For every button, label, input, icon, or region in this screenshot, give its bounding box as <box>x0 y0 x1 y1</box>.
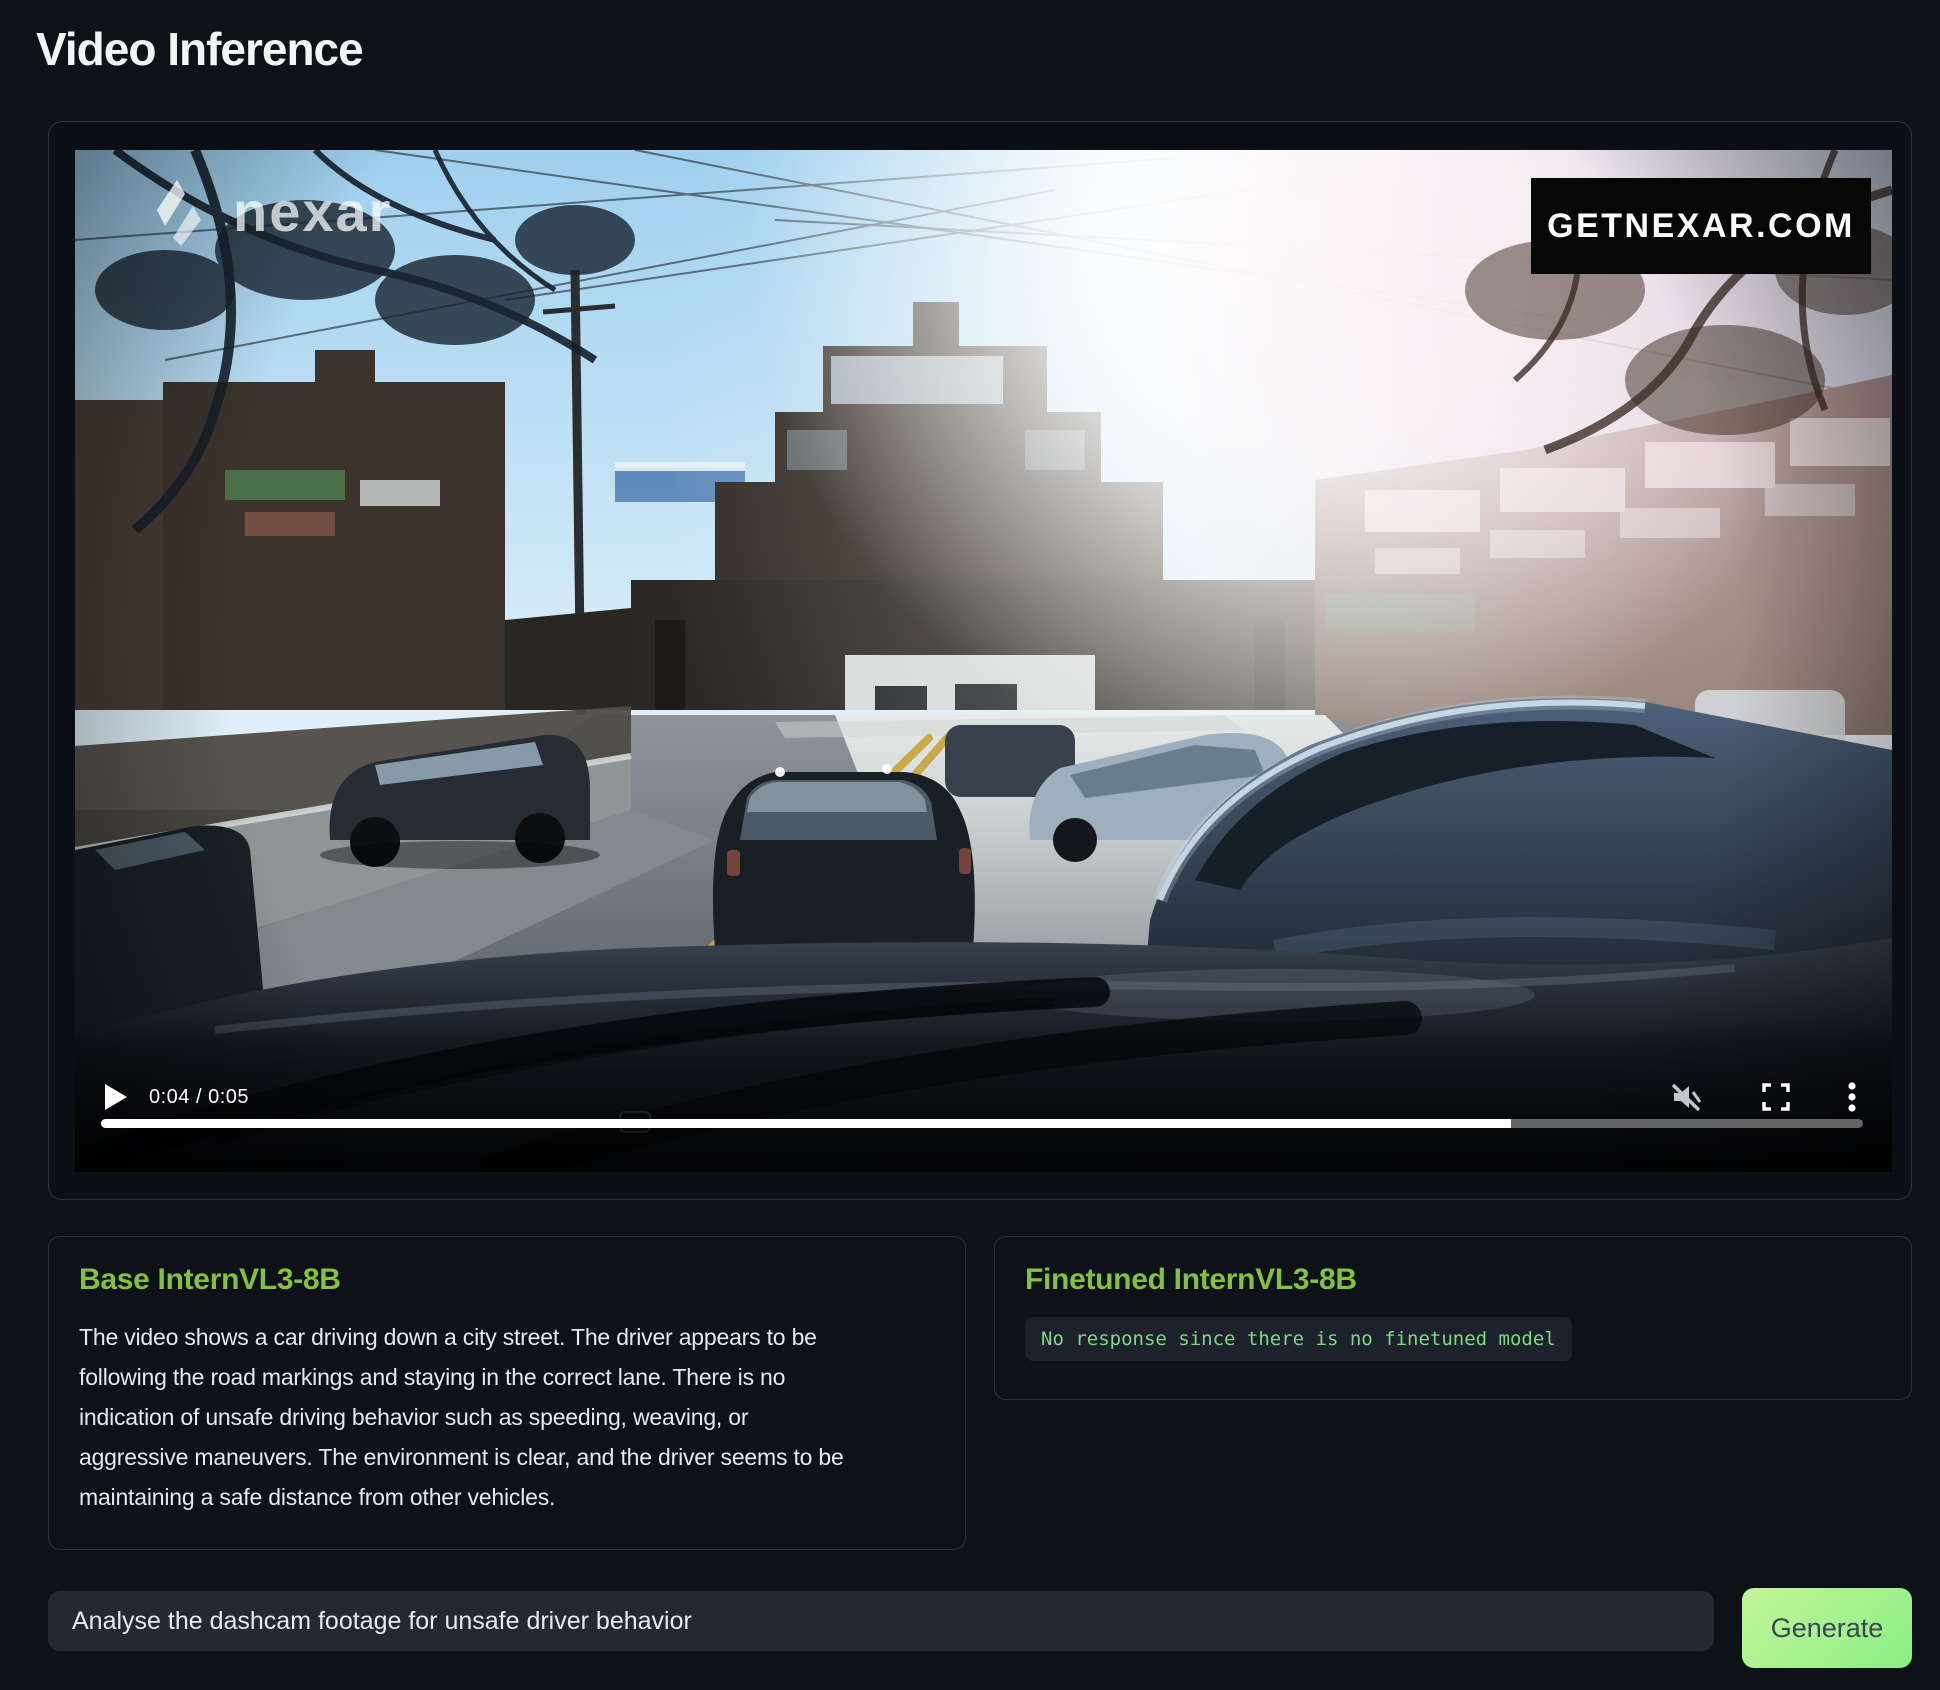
muted-speaker-icon[interactable] <box>1669 1080 1703 1114</box>
video-card: nexar GETNEXAR.COM 0:04 / 0:05 <box>48 121 1912 1200</box>
finetuned-model-title: Finetuned InternVL3-8B <box>1025 1263 1881 1297</box>
nexar-watermark-text: nexar <box>233 179 392 244</box>
dashcam-video-player[interactable]: nexar GETNEXAR.COM 0:04 / 0:05 <box>75 150 1892 1172</box>
getnexar-badge-text: GETNEXAR.COM <box>1547 207 1855 246</box>
prompt-input[interactable] <box>48 1591 1714 1651</box>
page-title: Video Inference <box>36 22 363 76</box>
base-model-response: The video shows a car driving down a cit… <box>79 1317 861 1517</box>
panel-finetuned-model: Finetuned InternVL3-8B No response since… <box>994 1236 1912 1400</box>
nexar-logo-icon <box>151 176 217 246</box>
dashcam-scene <box>75 150 1892 1172</box>
base-model-title: Base InternVL3-8B <box>79 1263 935 1297</box>
nexar-watermark: nexar <box>151 176 392 246</box>
time-display: 0:04 / 0:05 <box>149 1084 249 1110</box>
video-progress-fill <box>101 1119 1511 1128</box>
vignette <box>75 150 1892 1172</box>
video-controls: 0:04 / 0:05 <box>75 1070 1892 1122</box>
video-progress-bar[interactable] <box>101 1119 1863 1128</box>
finetuned-model-note: No response since there is no finetuned … <box>1025 1317 1572 1361</box>
getnexar-badge: GETNEXAR.COM <box>1531 178 1871 274</box>
video-inference-page: { "page": { "title": "Video Inference" }… <box>0 0 1940 1690</box>
kebab-menu-icon[interactable] <box>1839 1080 1865 1114</box>
generate-button[interactable]: Generate <box>1742 1588 1912 1668</box>
generate-button-label: Generate <box>1771 1613 1884 1644</box>
play-icon[interactable] <box>105 1084 127 1110</box>
fullscreen-icon[interactable] <box>1759 1080 1793 1114</box>
panel-base-model: Base InternVL3-8B The video shows a car … <box>48 1236 966 1550</box>
